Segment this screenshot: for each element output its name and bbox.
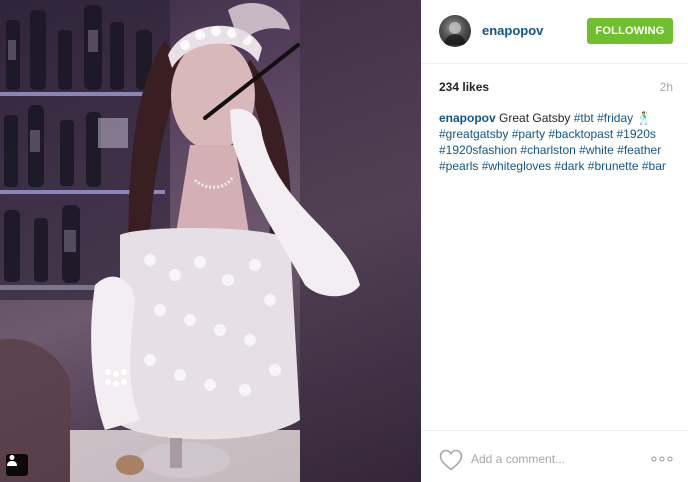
more-options-icon[interactable] xyxy=(651,453,673,465)
hashtag-link[interactable]: #1920sfashion xyxy=(439,143,517,157)
post-photo[interactable] xyxy=(0,0,421,482)
hashtag-link[interactable]: #white xyxy=(579,143,614,157)
hashtag-link[interactable]: #dark xyxy=(554,159,584,173)
hashtag-link[interactable]: #brunette xyxy=(588,159,639,173)
hashtag-link[interactable]: #charlston xyxy=(520,143,575,157)
tagged-user-button[interactable] xyxy=(6,454,28,476)
post-caption: enapopov Great Gatsby #tbt #friday 🕺 #gr… xyxy=(439,110,679,174)
hashtag-link[interactable]: #backtopast xyxy=(548,127,613,141)
post-footer xyxy=(421,430,688,482)
person-icon xyxy=(7,455,17,466)
hashtag-link[interactable]: #bar xyxy=(642,159,666,173)
post-time: 2h xyxy=(659,80,673,94)
post-header: enapopov FOLLOWING xyxy=(421,0,688,64)
post-stats: 234 likes 2h xyxy=(439,80,673,96)
hashtag-link[interactable]: #friday xyxy=(597,111,633,125)
hashtag-link[interactable]: #greatgatsby xyxy=(439,127,508,141)
heart-outline-icon[interactable] xyxy=(439,449,463,471)
hashtag-link[interactable]: #feather xyxy=(617,143,661,157)
avatar-image xyxy=(444,22,466,45)
photo-illustration xyxy=(0,0,421,482)
hashtag-link[interactable]: #1920s xyxy=(617,127,656,141)
hashtag-link[interactable]: #whitegloves xyxy=(482,159,551,173)
following-button[interactable]: FOLLOWING xyxy=(587,18,673,44)
caption-text: Great Gatsby xyxy=(499,111,571,125)
dancing-man-emoji: 🕺 xyxy=(633,111,652,125)
comment-input[interactable] xyxy=(471,448,641,470)
avatar[interactable] xyxy=(439,15,471,47)
caption-username[interactable]: enapopov xyxy=(439,111,496,125)
post-sidebar: enapopov FOLLOWING 234 likes 2h enapopov… xyxy=(421,0,688,482)
likes-count[interactable]: 234 likes xyxy=(439,80,489,94)
hashtag-link[interactable]: #party xyxy=(512,127,545,141)
hashtag-link[interactable]: #pearls xyxy=(439,159,478,173)
post-username[interactable]: enapopov xyxy=(482,23,543,38)
hashtag-link[interactable]: #tbt xyxy=(574,111,594,125)
